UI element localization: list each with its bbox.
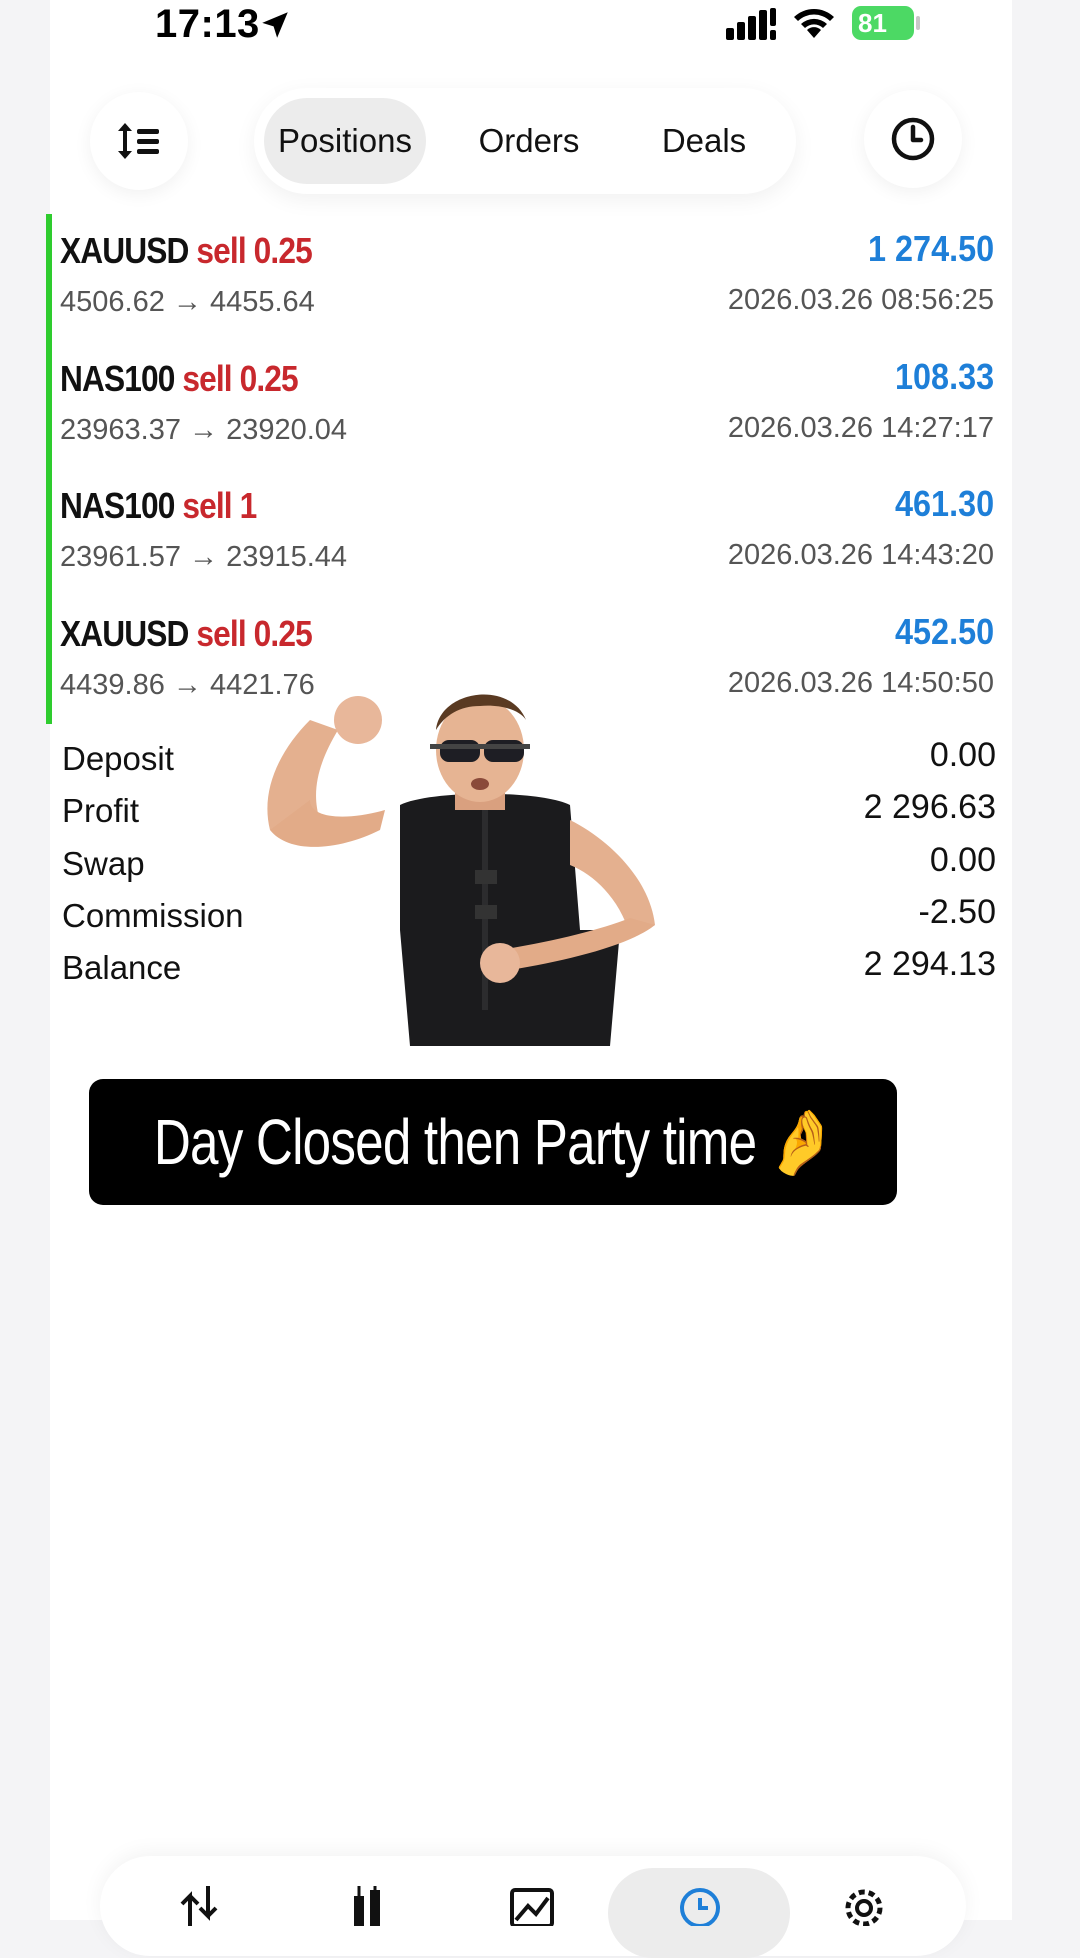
summary-value: 2 294.13 — [863, 945, 996, 984]
position-symbol: NAS100 sell 1 — [60, 485, 257, 527]
clock-icon — [891, 117, 935, 161]
position-side: sell 0.25 — [196, 230, 312, 271]
position-profit: 108.33 — [894, 355, 994, 397]
quotes-icon[interactable] — [172, 1886, 232, 1926]
tab-orders[interactable]: Orders — [444, 98, 614, 184]
chart-icon[interactable] — [338, 1886, 398, 1926]
summary-value: -2.50 — [918, 892, 997, 931]
position-time: 2026.03.26 14:27:17 — [727, 411, 994, 444]
location-arrow-icon — [262, 12, 288, 38]
status-time: 17:13 — [155, 2, 260, 46]
wifi-icon — [794, 9, 834, 38]
position-profit: 461.30 — [894, 483, 994, 524]
position-time: 2026.03.26 14:43:20 — [727, 539, 994, 571]
history-icon[interactable] — [670, 1886, 730, 1926]
status-bar: 17:13 81 — [0, 0, 1080, 60]
sort-icon — [118, 123, 159, 159]
position-time: 2026.03.26 08:56:25 — [727, 284, 994, 316]
battery-indicator: 81 — [852, 6, 914, 40]
position-profit: 452.50 — [894, 610, 994, 652]
trade-icon[interactable] — [502, 1886, 562, 1926]
story-caption: Day Closed then Party time 🤌 — [89, 1079, 897, 1205]
position-row[interactable]: XAUUSD sell 0.25 4506.62 → 4455.64 1 274… — [46, 214, 994, 342]
position-symbol: XAUUSD sell 0.25 — [60, 612, 313, 655]
position-row[interactable]: NAS100 sell 1 23961.57 → 23915.44 461.30… — [46, 469, 994, 597]
position-symbol-name: XAUUSD — [60, 612, 189, 654]
caption-text: Day Closed then Party time 🤌 — [153, 1105, 834, 1178]
position-symbol: NAS100 sell 0.25 — [60, 357, 299, 400]
position-side: sell 0.25 — [182, 357, 298, 399]
battery-level: 81 — [858, 8, 887, 38]
position-time: 2026.03.26 14:50:50 — [727, 666, 994, 699]
summary-label: Swap — [62, 844, 145, 882]
sort-button[interactable] — [90, 92, 188, 190]
summary-label: Commission — [62, 896, 244, 934]
position-row[interactable]: NAS100 sell 0.25 23963.37 → 23920.04 108… — [46, 342, 994, 470]
position-prices: 4506.62 → 4455.64 — [60, 286, 315, 318]
history-period-button[interactable] — [864, 90, 962, 188]
battery-cap — [916, 16, 920, 30]
cellular-signal-icon — [726, 8, 776, 40]
position-symbol-name: NAS100 — [60, 485, 175, 526]
bottom-tab-bar — [100, 1856, 966, 1958]
summary-value: 2 296.63 — [863, 788, 996, 827]
tab-positions[interactable]: Positions — [264, 98, 426, 184]
position-side: sell 0.25 — [196, 612, 312, 654]
position-prices: 23961.57 → 23915.44 — [60, 541, 348, 573]
summary-value: 0.00 — [929, 840, 996, 879]
positions-orders-deals-segmented-control: Positions Orders Deals — [254, 88, 796, 194]
position-symbol-name: XAUUSD — [60, 230, 189, 271]
summary-label: Balance — [62, 949, 182, 987]
settings-icon[interactable] — [834, 1886, 894, 1926]
position-profit: 1 274.50 — [867, 228, 994, 269]
dancing-person-sticker — [267, 694, 655, 1046]
position-side: sell 1 — [182, 485, 257, 526]
summary-value: 0.00 — [929, 736, 996, 774]
summary-label: Profit — [62, 792, 140, 830]
positions-list: XAUUSD sell 0.25 4506.62 → 4455.64 1 274… — [46, 214, 994, 724]
summary-label: Deposit — [62, 740, 174, 777]
tab-deals[interactable]: Deals — [624, 98, 784, 184]
position-symbol-name: NAS100 — [60, 357, 175, 399]
position-prices: 23963.37 → 23920.04 — [60, 413, 348, 446]
position-symbol: XAUUSD sell 0.25 — [60, 230, 313, 272]
